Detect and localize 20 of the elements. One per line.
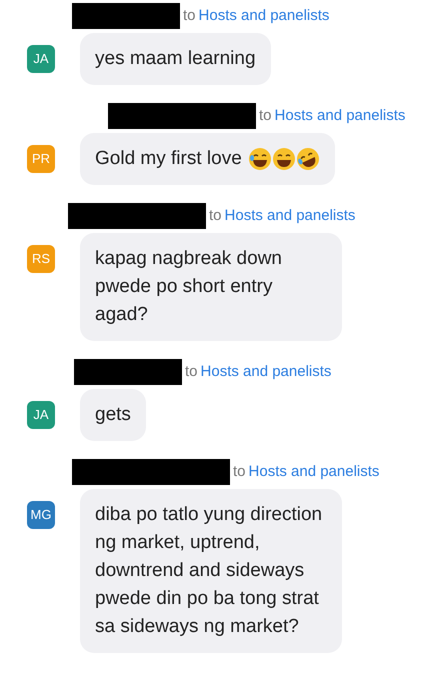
recipient-link[interactable]: Hosts and panelists	[274, 104, 406, 128]
message-text: yes maam learning	[95, 47, 256, 71]
avatar: MG	[27, 501, 55, 529]
to-label: to	[259, 106, 272, 126]
avatar: JA	[27, 401, 55, 429]
message-text: kapag nagbreak down pwede po short entry agad?	[95, 247, 283, 327]
message-text: gets	[95, 403, 131, 427]
avatar: PR	[27, 145, 55, 173]
recipient-link[interactable]: Hosts and panelists	[248, 460, 380, 484]
to-label: to	[233, 462, 246, 482]
recipient-link[interactable]: Hosts and panelists	[224, 204, 356, 228]
message-text: diba po tatlo yung direction ng market, uptrend, downtrend and sideways pwede din po ba tong strat sa sideways ng market?	[95, 503, 324, 639]
recipient-link[interactable]: Hosts and panelists	[200, 360, 332, 384]
avatar: JA	[27, 45, 55, 73]
to-label: to	[185, 362, 198, 382]
to-label: to	[209, 206, 222, 226]
recipient-link[interactable]: Hosts and panelists	[198, 4, 330, 28]
message-text: Gold my first love	[95, 147, 242, 171]
to-label: to	[183, 6, 196, 26]
avatar: RS	[27, 245, 55, 273]
